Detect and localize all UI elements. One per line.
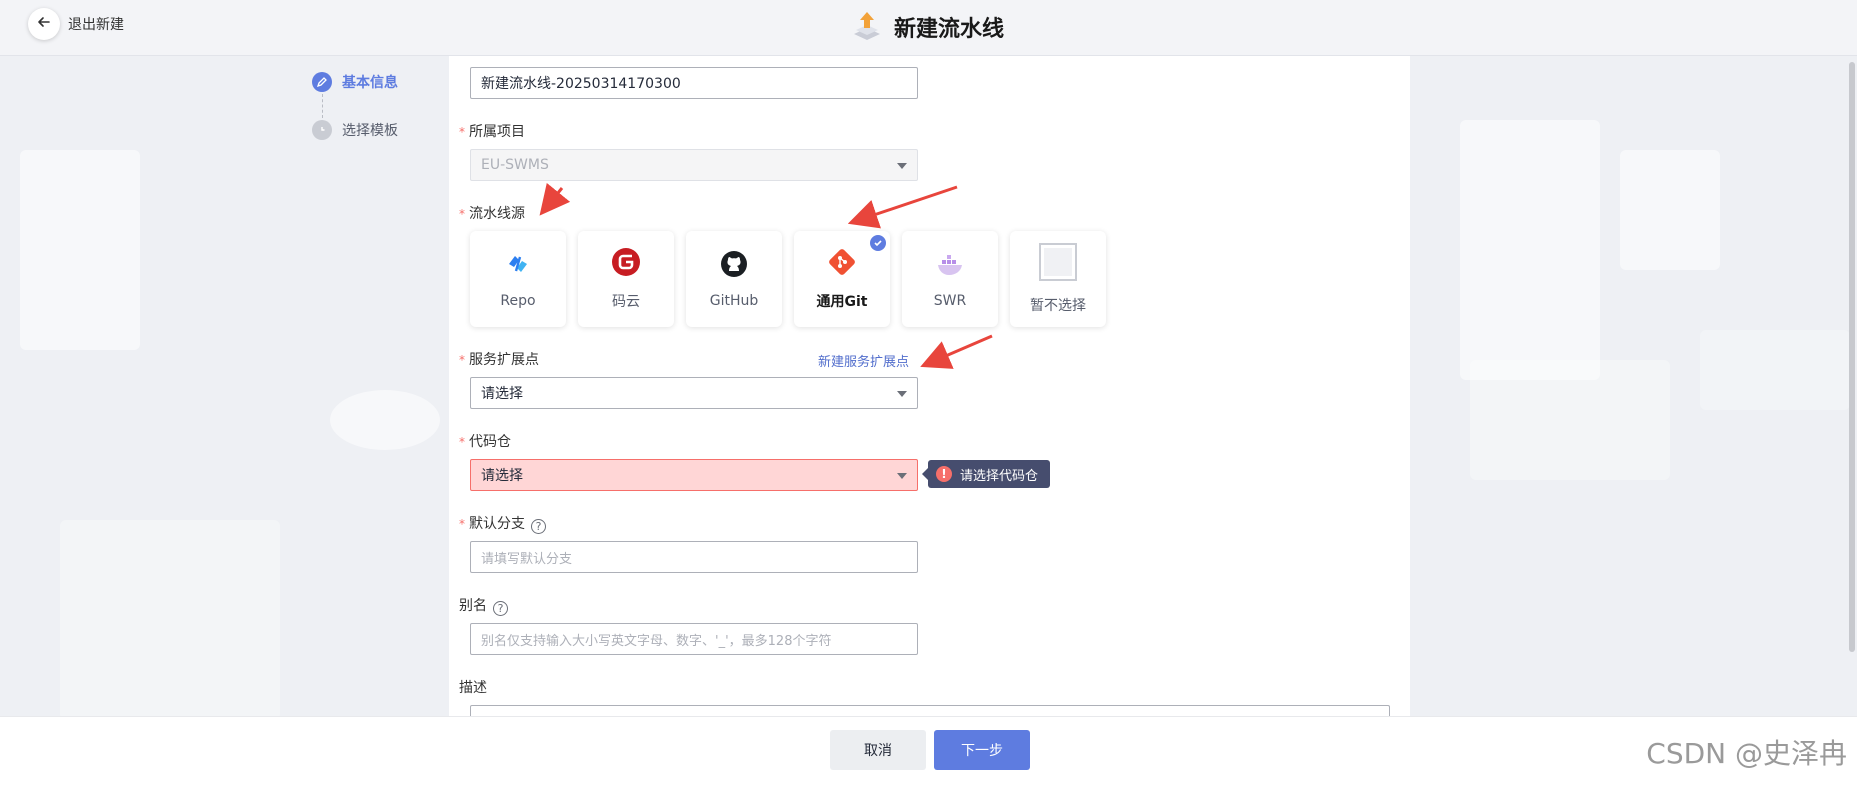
chevron-down-icon (897, 473, 907, 479)
exit-label[interactable]: 退出新建 (68, 14, 124, 34)
watermark: CSDN @史泽冉 (1646, 737, 1847, 770)
empty-box-icon (1039, 243, 1077, 285)
card-label: SWR (933, 293, 967, 309)
help-icon[interactable]: ? (493, 601, 508, 616)
edit-icon (312, 72, 332, 92)
endpoint-select[interactable]: 请选择 (470, 377, 918, 409)
repo-label: * 代码仓 (459, 434, 511, 450)
source-card-github[interactable]: GitHub (686, 231, 782, 327)
repo-select[interactable]: 请选择 (470, 459, 918, 491)
page-title: 新建流水线 (894, 17, 1005, 42)
scrollbar[interactable] (1849, 62, 1855, 652)
description-label: 描述 (459, 680, 487, 696)
card-label: 暂不选择 (1030, 298, 1086, 314)
step-label: 基本信息 (342, 75, 398, 91)
pipeline-logo-icon (850, 8, 884, 46)
source-card-none[interactable]: 暂不选择 (1010, 231, 1106, 327)
branch-label: * 默认分支? (459, 513, 546, 534)
card-label: Repo (500, 293, 536, 309)
error-message: 请选择代码仓 (960, 468, 1039, 484)
arrow-left-icon (36, 14, 52, 34)
project-value: EU-SWMS (481, 157, 549, 173)
step-indicator: 基本信息 选择模板 (312, 70, 398, 142)
branch-placeholder: 请填写默认分支 (481, 551, 573, 567)
top-bar: 退出新建 新建流水线 (0, 0, 1857, 56)
step-basic-info[interactable]: 基本信息 (312, 70, 398, 94)
source-card-git[interactable]: 通用Git (794, 231, 890, 327)
help-icon[interactable]: ? (531, 519, 546, 534)
endpoint-label: * 服务扩展点 (459, 352, 539, 368)
pipeline-name-value: 新建流水线-20250314170300 (481, 76, 681, 92)
checkmark-icon (870, 235, 886, 251)
endpoint-placeholder: 请选择 (481, 386, 523, 402)
alias-placeholder: 别名仅支持输入大小写英文字母、数字、'_'，最多128个字符 (481, 633, 832, 649)
alias-label: 别名? (459, 595, 508, 616)
github-icon (719, 249, 749, 283)
alias-input[interactable]: 别名仅支持输入大小写英文字母、数字、'_'，最多128个字符 (470, 623, 918, 655)
project-select[interactable]: EU-SWMS (470, 149, 918, 181)
cancel-button[interactable]: 取消 (830, 730, 926, 770)
source-label: * 流水线源 (459, 206, 525, 222)
chevron-down-icon (897, 163, 907, 169)
project-label: * 所属项目 (459, 124, 525, 140)
clock-icon (312, 120, 332, 140)
source-card-gitee[interactable]: 码云 (578, 231, 674, 327)
page-title-wrap: 新建流水线 (850, 8, 1004, 46)
swr-icon (935, 249, 965, 283)
branch-input[interactable]: 请填写默认分支 (470, 541, 918, 573)
error-tooltip: ! 请选择代码仓 (921, 460, 1051, 488)
back-button[interactable] (28, 8, 60, 40)
footer-bar (0, 716, 1857, 787)
card-label: 通用Git (816, 294, 868, 310)
git-icon (827, 247, 857, 281)
step-connector (322, 94, 323, 118)
source-card-swr[interactable]: SWR (902, 231, 998, 327)
chevron-down-icon (897, 391, 907, 397)
card-label: 码云 (612, 294, 640, 310)
pipeline-name-input[interactable]: 新建流水线-20250314170300 (470, 67, 918, 99)
error-icon: ! (936, 466, 952, 482)
step-select-template[interactable]: 选择模板 (312, 118, 398, 142)
source-card-repo[interactable]: Repo (470, 231, 566, 327)
repo-placeholder: 请选择 (481, 468, 523, 484)
gitee-icon (611, 247, 641, 281)
card-label: GitHub (709, 293, 759, 309)
step-label: 选择模板 (342, 123, 398, 139)
repo-icon (503, 249, 533, 283)
next-button[interactable]: 下一步 (934, 730, 1030, 770)
new-endpoint-link[interactable]: 新建服务扩展点 (818, 351, 909, 370)
source-cards: Repo 码云 GitHub 通用Git SWR 暂不选择 (470, 231, 1106, 327)
